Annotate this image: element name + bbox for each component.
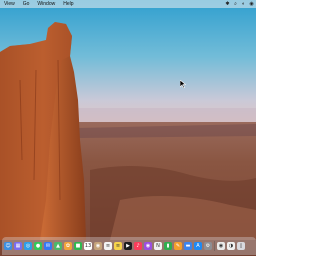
- music-icon[interactable]: ♪: [134, 242, 142, 250]
- mouse-pointer-icon: [180, 80, 186, 88]
- app-store-icon[interactable]: A: [194, 242, 202, 250]
- launchpad-icon[interactable]: ▦: [14, 242, 22, 250]
- siri-icon[interactable]: ◉: [249, 1, 254, 7]
- dock-separator: [214, 241, 215, 251]
- control-center-icon[interactable]: ◐: [241, 1, 246, 7]
- contacts-icon[interactable]: ◉: [94, 242, 102, 250]
- dock: ☺ ▦ ◎ ● ✉ ▲ ✿ ■ 13 ◉ ≡ ≡ ▶ ♪ ◉ N ▮ ✎ ▬ A ⚙ ◉ ◑ ▯: [2, 237, 256, 255]
- keynote-icon[interactable]: ▬: [184, 242, 192, 250]
- chrome-icon[interactable]: ◉: [217, 242, 225, 250]
- maps-icon[interactable]: ▲: [54, 242, 62, 250]
- other-app-icon[interactable]: ◑: [227, 242, 235, 250]
- safari-icon[interactable]: ◎: [24, 242, 32, 250]
- notes-icon[interactable]: ≡: [114, 242, 122, 250]
- numbers-icon[interactable]: ▮: [164, 242, 172, 250]
- photos-icon[interactable]: ✿: [64, 242, 72, 250]
- menu-window[interactable]: Window: [37, 0, 55, 8]
- system-settings-icon[interactable]: ⚙: [204, 242, 212, 250]
- menu-view[interactable]: View: [4, 0, 15, 8]
- trash-icon[interactable]: ▯: [237, 242, 245, 250]
- menu-bar: View Go Window Help ✱ ⌕ ◐ ◉: [0, 0, 256, 8]
- reminders-icon[interactable]: ≡: [104, 242, 112, 250]
- menu-go[interactable]: Go: [23, 0, 30, 8]
- pages-icon[interactable]: ✎: [174, 242, 182, 250]
- desktop-wallpaper: [0, 0, 256, 256]
- bluetooth-icon[interactable]: ✱: [225, 1, 230, 7]
- facetime-icon[interactable]: ■: [74, 242, 82, 250]
- podcasts-icon[interactable]: ◉: [144, 242, 152, 250]
- spotlight-search-icon[interactable]: ⌕: [233, 1, 238, 7]
- messages-icon[interactable]: ●: [34, 242, 42, 250]
- monument-valley-wallpaper: [0, 0, 256, 256]
- news-icon[interactable]: N: [154, 242, 162, 250]
- mail-icon[interactable]: ✉: [44, 242, 52, 250]
- tv-icon[interactable]: ▶: [124, 242, 132, 250]
- finder-icon[interactable]: ☺: [4, 242, 12, 250]
- menu-help[interactable]: Help: [63, 0, 73, 8]
- calendar-icon[interactable]: 13: [84, 242, 92, 250]
